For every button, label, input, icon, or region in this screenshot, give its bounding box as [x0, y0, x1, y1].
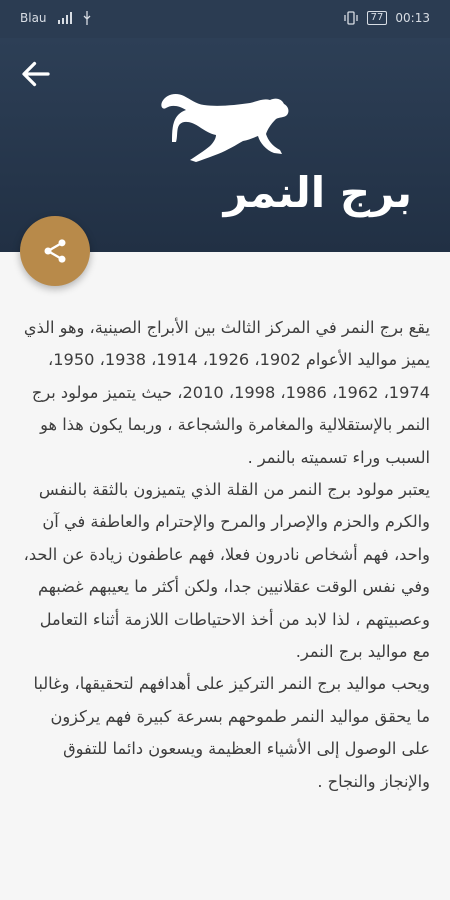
tiger-silhouette-icon — [161, 94, 289, 162]
carrier-label: Blau — [20, 11, 47, 25]
article-paragraph: يقع برج النمر في المركز الثالث بين الأبر… — [23, 318, 430, 467]
vibrate-icon — [344, 11, 358, 25]
article-paragraph: ويحب مواليد برج النمر التركيز على أهدافه… — [33, 674, 430, 791]
share-icon — [44, 239, 66, 263]
status-left: Blau — [20, 11, 91, 25]
usb-icon — [83, 11, 90, 25]
battery-level: 77 — [366, 11, 388, 25]
status-time: 00:13 — [395, 11, 430, 25]
arrow-back-icon[interactable] — [18, 56, 54, 92]
status-right: 77 00:13 — [343, 11, 430, 25]
article-body: يقع برج النمر في المركز الثالث بين الأبر… — [18, 312, 430, 798]
signal-icon — [57, 12, 72, 24]
share-button[interactable] — [20, 216, 90, 286]
page-title: برج النمر — [223, 168, 412, 217]
article-paragraph: يعتبر مولود برج النمر من القلة الذي يتمي… — [23, 480, 430, 662]
status-bar: Blau 77 00:13 — [0, 0, 450, 38]
